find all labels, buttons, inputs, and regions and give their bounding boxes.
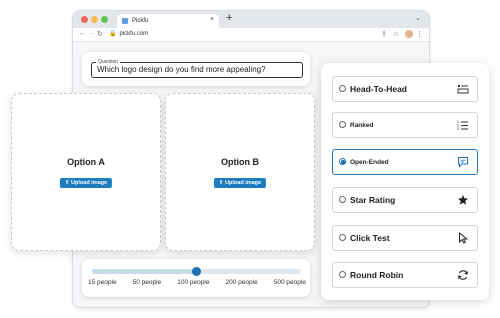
upload-label: Upload image — [71, 180, 108, 186]
poll-type-panel: Head-To-Head Ranked 1 2 3 Open-Ended Sta… — [321, 63, 489, 300]
option-a-title: Option A — [67, 157, 105, 167]
bookmark-star-icon[interactable]: ☆ — [393, 30, 399, 38]
cursor-icon — [459, 232, 469, 244]
audience-slider-labels: 15 people 50 people 100 people 200 peopl… — [88, 279, 306, 286]
address-bar[interactable]: 🔒 pickfu.com — [109, 30, 148, 37]
share-icon[interactable]: ⇪ — [381, 30, 387, 38]
option-b-title: Option B — [221, 157, 259, 167]
profile-avatar[interactable] — [405, 30, 413, 38]
poll-type-label: Head-To-Head — [350, 84, 407, 94]
list-detail-icon — [457, 85, 469, 94]
poll-type-click-test[interactable]: Click Test — [332, 225, 478, 251]
radio-button[interactable] — [339, 271, 346, 278]
poll-type-ranked[interactable]: Ranked 1 2 3 — [332, 112, 478, 138]
chat-bubble-icon — [458, 157, 468, 168]
more-menu-icon[interactable]: ⋮ — [416, 30, 423, 38]
audience-slider-track[interactable] — [92, 267, 301, 276]
url-text: pickfu.com — [119, 31, 149, 37]
tab-search-chevron-icon[interactable]: ⌄ — [415, 14, 421, 22]
audience-slider-thumb[interactable] — [192, 267, 201, 276]
favicon-icon — [122, 18, 128, 24]
new-tab-button[interactable]: + — [226, 12, 232, 24]
back-arrow-icon[interactable]: ← — [79, 30, 86, 37]
reload-icon[interactable]: ↻ — [97, 30, 103, 38]
slider-tick-label[interactable]: 100 people — [177, 279, 209, 286]
poll-type-star-rating[interactable]: Star Rating — [332, 187, 478, 213]
poll-type-label: Click Test — [350, 233, 390, 243]
minimize-window-dot[interactable] — [91, 16, 98, 23]
svg-text:3: 3 — [457, 127, 459, 131]
poll-type-head-to-head[interactable]: Head-To-Head — [332, 76, 478, 102]
poll-type-label: Round Robin — [350, 270, 404, 280]
lock-icon: 🔒 — [109, 31, 117, 37]
option-b-card[interactable]: Option B ⇧ Upload image — [165, 93, 315, 251]
tab-title: Pickfu — [132, 18, 149, 24]
audience-slider-fill — [92, 269, 197, 274]
slider-tick-label[interactable]: 50 people — [133, 279, 162, 286]
slider-tick-label[interactable]: 500 people — [274, 279, 306, 286]
question-input[interactable]: Question Which logo design do you find m… — [91, 59, 303, 78]
close-window-dot[interactable] — [81, 16, 88, 23]
audience-size-card: 15 people 50 people 100 people 200 peopl… — [82, 259, 310, 297]
poll-type-round-robin[interactable]: Round Robin — [332, 262, 478, 288]
browser-tab[interactable]: Pickfu × — [117, 14, 219, 28]
radio-button[interactable] — [339, 121, 346, 128]
option-a-upload-button[interactable]: ⇧ Upload image — [59, 178, 113, 188]
upload-icon: ⇧ — [218, 180, 224, 186]
radio-button[interactable] — [339, 85, 346, 92]
numbered-list-icon: 1 2 3 — [457, 120, 468, 131]
radio-button[interactable] — [339, 234, 346, 241]
poll-type-label: Star Rating — [350, 195, 396, 205]
upload-label: Upload image — [225, 180, 262, 186]
tab-bar: Pickfu × + ⌄ — [73, 11, 429, 28]
forward-arrow-icon[interactable]: → — [88, 30, 95, 37]
radio-button-selected[interactable] — [339, 158, 346, 165]
upload-icon: ⇧ — [64, 180, 70, 186]
option-a-card[interactable]: Option A ⇧ Upload image — [11, 93, 161, 251]
star-icon — [458, 195, 468, 205]
maximize-window-dot[interactable] — [101, 16, 108, 23]
tab-close-button[interactable]: × — [210, 16, 214, 23]
browser-toolbar: ← → ↻ 🔒 pickfu.com ⇪ ☆ ⋮ — [73, 28, 429, 42]
refresh-icon — [457, 270, 469, 280]
option-b-upload-button[interactable]: ⇧ Upload image — [213, 178, 267, 188]
poll-type-open-ended[interactable]: Open-Ended — [332, 149, 478, 175]
slider-tick-label[interactable]: 200 people — [226, 279, 258, 286]
poll-type-label: Ranked — [350, 122, 374, 129]
radio-button[interactable] — [339, 196, 346, 203]
slider-tick-label[interactable]: 15 people — [88, 279, 117, 286]
question-text: Which logo design do you find more appea… — [97, 65, 266, 74]
poll-type-label: Open-Ended — [350, 159, 389, 166]
question-card: Question Which logo design do you find m… — [82, 52, 310, 86]
